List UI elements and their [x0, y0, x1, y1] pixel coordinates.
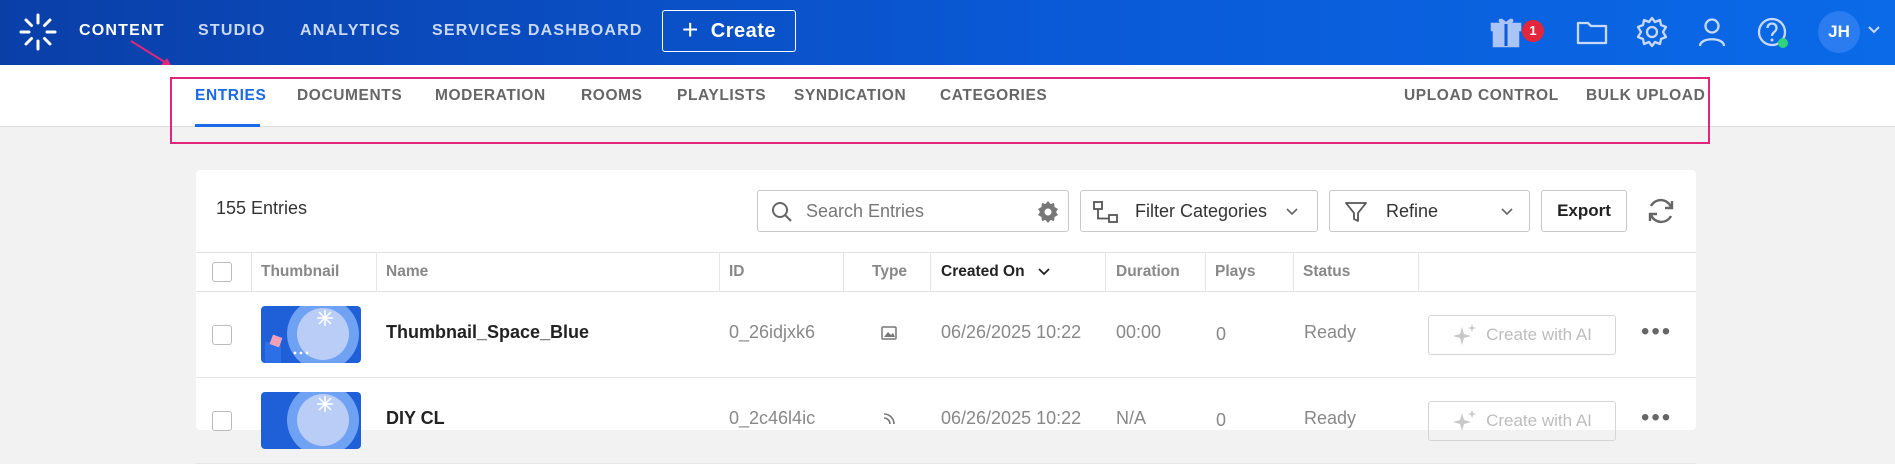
filter-funnel-icon	[1345, 202, 1367, 222]
plus-icon: +	[681, 13, 699, 45]
select-all-checkbox[interactable]	[212, 262, 232, 282]
entries-count: 155 Entries	[216, 198, 308, 218]
nav-analytics[interactable]: ANALYTICS	[300, 0, 401, 65]
filter-categories-dropdown[interactable]: Filter Categories	[1080, 190, 1318, 232]
create-button[interactable]: + Create	[662, 10, 796, 52]
search-placeholder: Search Entries	[806, 201, 925, 221]
chevron-down-icon	[1501, 208, 1513, 216]
column-divider	[1205, 252, 1206, 292]
folder-icon[interactable]	[1574, 14, 1610, 50]
sort-descending-icon[interactable]	[1037, 266, 1051, 278]
column-divider	[251, 252, 252, 292]
entry-duration: 00:00	[1116, 322, 1162, 342]
entry-created-on: 06/26/2025 10:22	[941, 322, 1082, 342]
row-checkbox[interactable]	[212, 325, 232, 345]
column-divider	[376, 252, 377, 292]
entry-id: 0_26idjxk6	[729, 322, 816, 342]
column-divider	[719, 252, 720, 292]
entry-id: 0_2c46l4ic	[729, 408, 816, 428]
refresh-icon[interactable]	[1644, 194, 1678, 228]
column-header-plays[interactable]: Plays	[1215, 252, 1256, 292]
column-header-status: Status	[1303, 263, 1351, 280]
chevron-down-icon[interactable]	[1866, 21, 1882, 37]
user-icon[interactable]	[1694, 14, 1730, 50]
create-with-ai-label: Create with AI	[1486, 411, 1592, 430]
create-with-ai-button[interactable]: Create with AI	[1428, 315, 1616, 355]
column-header-created-on[interactable]: Created On	[941, 252, 1025, 292]
column-divider	[843, 252, 844, 292]
notification-badge: 1	[1522, 20, 1544, 42]
hierarchy-icon	[1093, 201, 1118, 223]
export-button[interactable]: Export	[1541, 190, 1627, 232]
avatar[interactable]: JH	[1818, 11, 1860, 53]
column-header-id[interactable]: ID	[729, 252, 745, 292]
chevron-down-icon	[1286, 208, 1298, 216]
entry-duration: N/A	[1116, 408, 1147, 428]
create-button-label: Create	[710, 19, 777, 42]
gift-icon[interactable]	[1488, 14, 1524, 50]
column-divider	[1293, 252, 1294, 292]
column-divider	[1418, 252, 1419, 292]
help-icon[interactable]	[1754, 14, 1790, 50]
entry-plays: 0	[1216, 324, 1227, 344]
more-actions-icon[interactable]: •••	[1641, 318, 1672, 346]
entry-thumbnail[interactable]	[261, 392, 361, 449]
column-header-duration[interactable]: Duration	[1116, 252, 1180, 292]
kaltura-logo-icon[interactable]	[18, 12, 58, 52]
search-settings-gear-icon[interactable]	[1036, 200, 1060, 224]
more-actions-icon[interactable]: •••	[1641, 404, 1672, 432]
nav-studio[interactable]: STUDIO	[198, 0, 266, 65]
image-type-icon	[881, 326, 897, 340]
entry-created-on: 06/26/2025 10:22	[941, 408, 1082, 428]
column-header-thumbnail: Thumbnail	[261, 263, 340, 280]
entry-status: Ready	[1304, 322, 1357, 342]
entry-status: Ready	[1304, 408, 1357, 428]
search-input[interactable]: Search Entries	[757, 190, 1069, 232]
entry-name[interactable]: Thumbnail_Space_Blue	[386, 322, 589, 343]
audio-type-icon	[883, 413, 895, 425]
gear-icon[interactable]	[1634, 14, 1670, 50]
create-with-ai-label: Create with AI	[1486, 325, 1592, 344]
nav-services-dashboard[interactable]: SERVICES DASHBOARD	[432, 0, 643, 65]
entry-plays: 0	[1216, 410, 1227, 430]
column-header-type: Type	[872, 263, 908, 280]
row-checkbox[interactable]	[212, 411, 232, 431]
column-divider	[1105, 252, 1106, 292]
top-nav-bar	[0, 0, 1895, 65]
filter-categories-label: Filter Categories	[1135, 201, 1268, 221]
column-header-name[interactable]: Name	[386, 252, 428, 292]
create-with-ai-button[interactable]: Create with AI	[1428, 401, 1616, 441]
entry-name[interactable]: DIY CL	[386, 408, 445, 429]
highlight-box	[170, 77, 1710, 144]
entry-thumbnail[interactable]	[261, 306, 361, 363]
sparkle-icon	[1453, 324, 1477, 345]
refine-dropdown[interactable]: Refine	[1329, 190, 1530, 232]
search-icon	[772, 202, 792, 222]
sparkle-icon	[1453, 410, 1477, 431]
refine-label: Refine	[1386, 201, 1439, 221]
column-divider	[930, 252, 931, 292]
